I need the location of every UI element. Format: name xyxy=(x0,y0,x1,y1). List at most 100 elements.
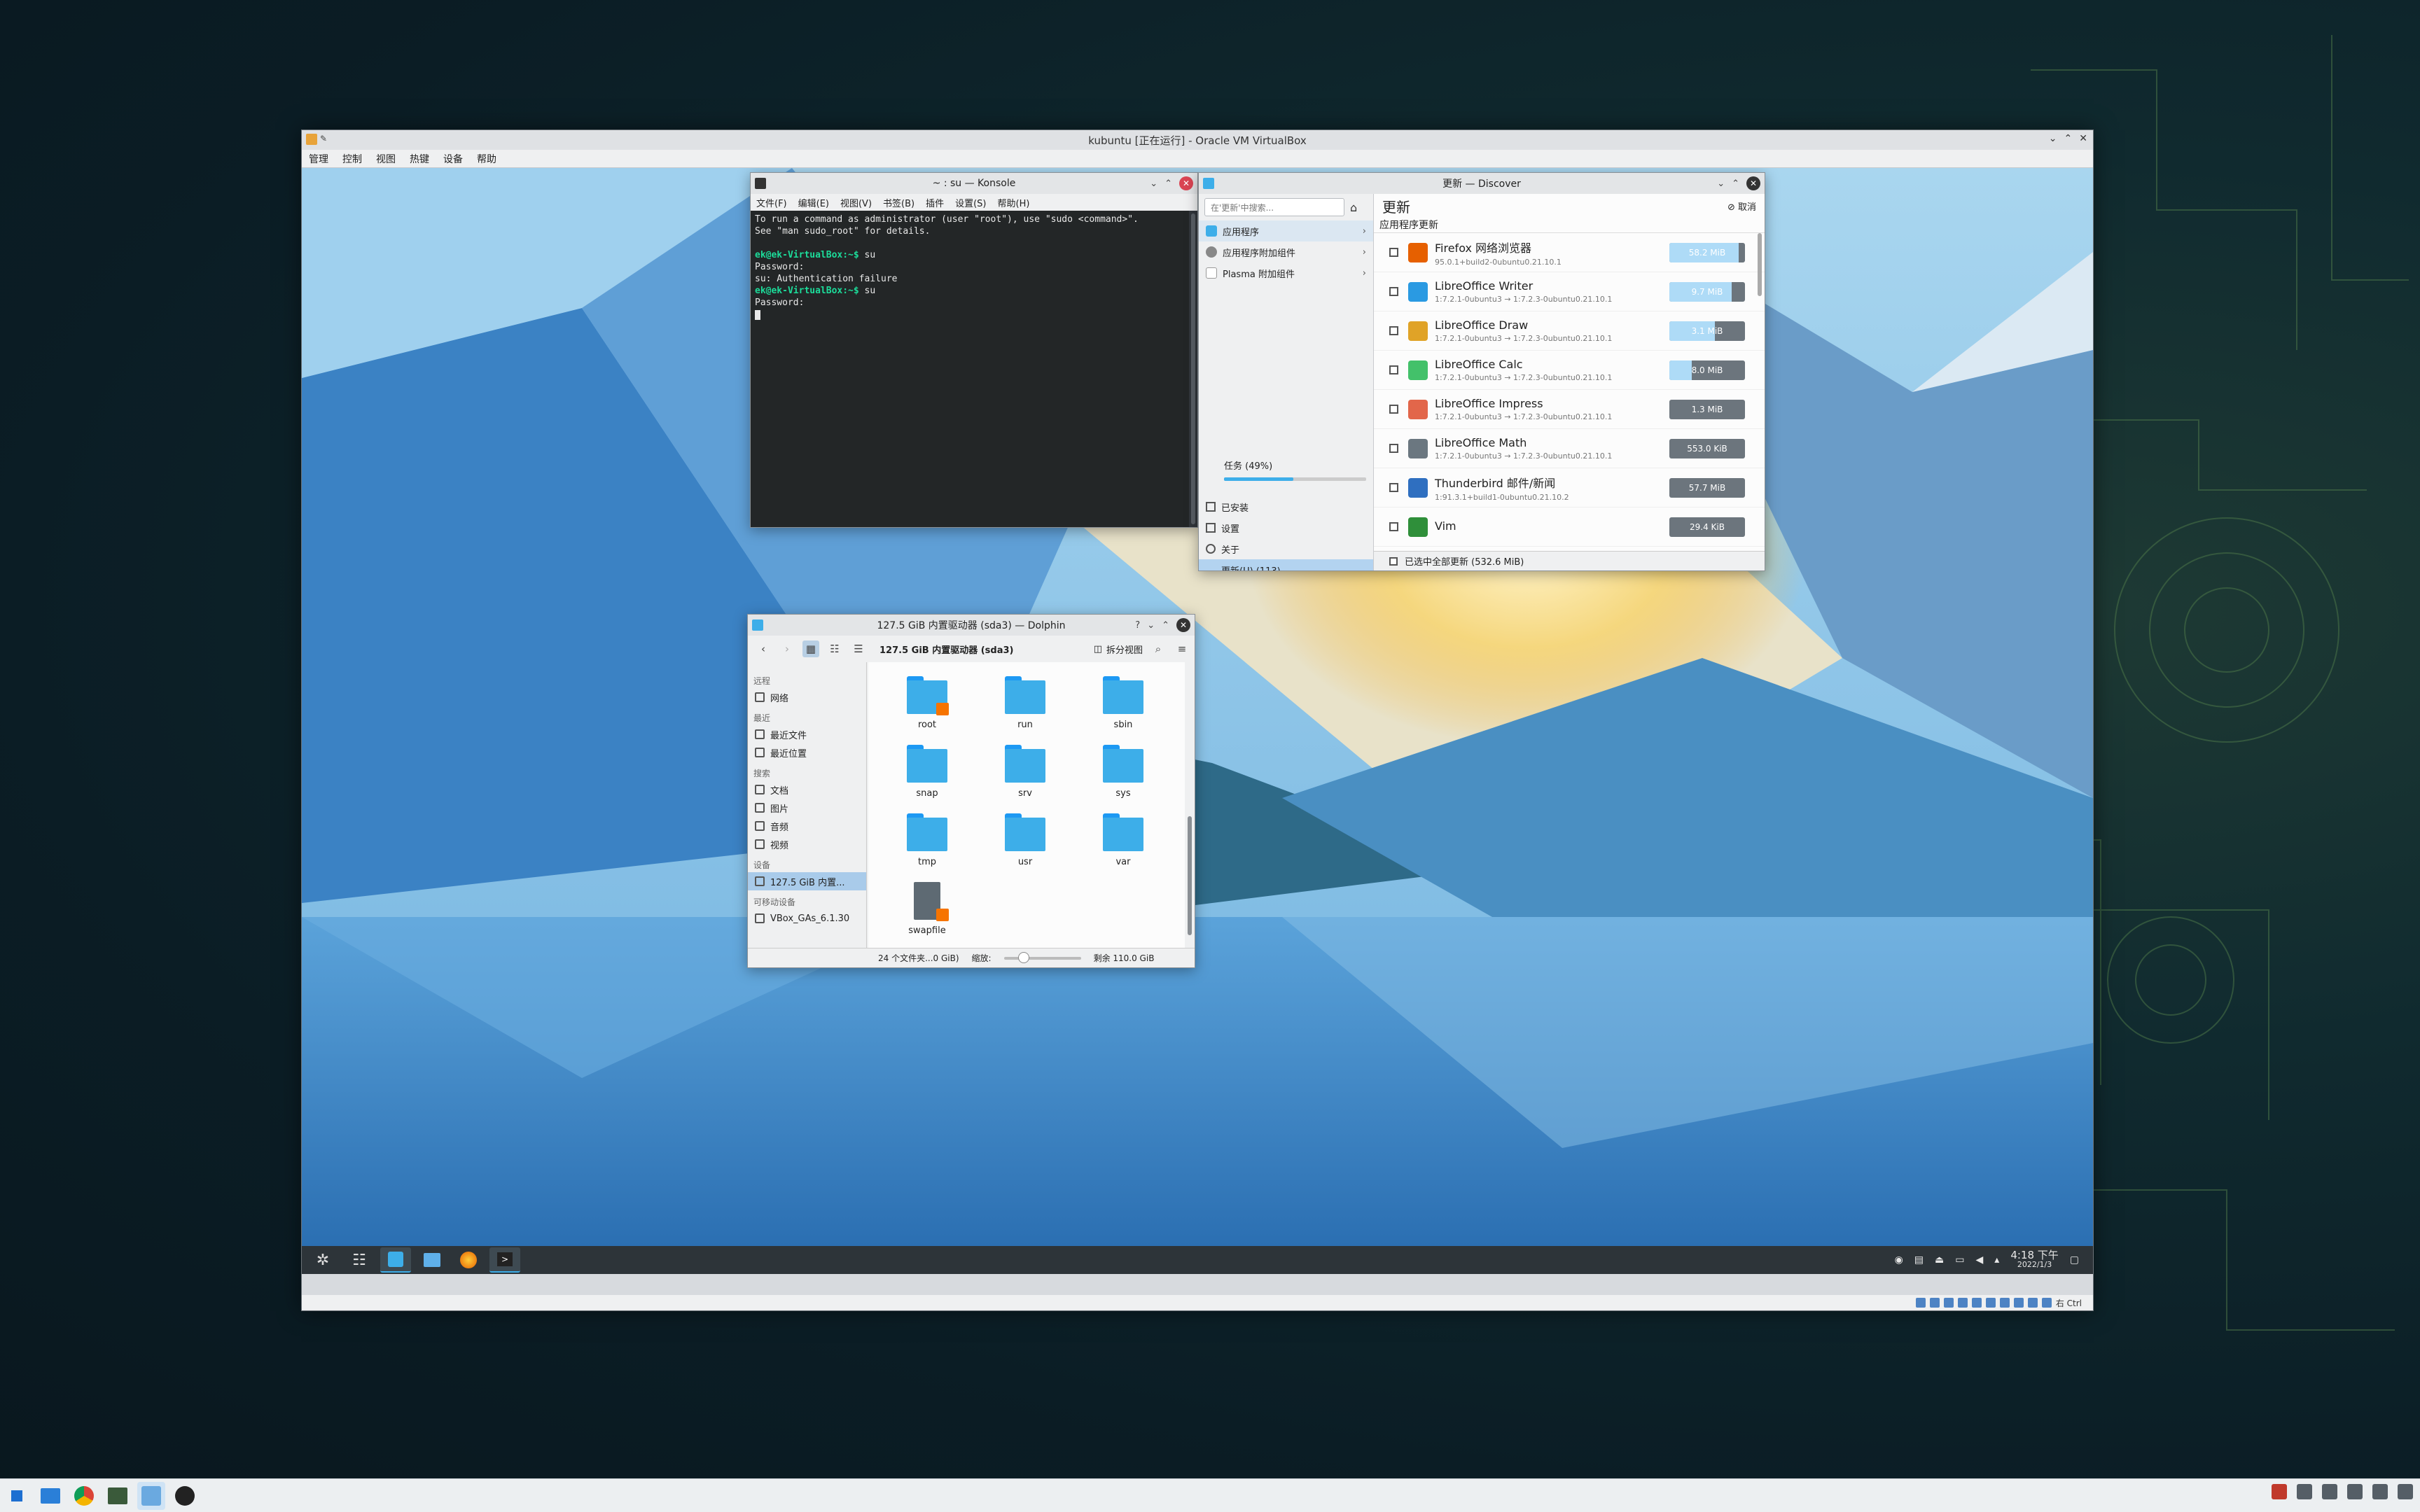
update-row[interactable]: LibreOffice Calc 1:7.2.1-0ubuntu3 → 1:7.2… xyxy=(1374,351,1765,390)
close-icon[interactable]: ✕ xyxy=(1176,618,1190,632)
file-item[interactable]: var xyxy=(1074,813,1172,878)
close-icon[interactable]: ✕ xyxy=(2079,133,2087,144)
vm-display[interactable]: ~ : su — Konsole ⌄ ⌃ ✕ 文件(F) 编辑(E) 视图(V) 书… xyxy=(302,168,2093,1274)
places-item[interactable]: 最近文件 xyxy=(748,725,866,743)
close-icon[interactable]: ✕ xyxy=(1746,176,1760,190)
discover-taskbar-icon[interactable] xyxy=(380,1247,411,1273)
update-row[interactable]: Thunderbird 邮件/新闻 1:91.3.1+build1-0ubuntu… xyxy=(1374,468,1765,507)
expand-tray-icon[interactable]: ▴ xyxy=(1994,1254,1999,1266)
clipboard-icon[interactable]: ▤ xyxy=(1914,1254,1924,1266)
update-checkbox[interactable] xyxy=(1389,365,1398,374)
usb-icon[interactable] xyxy=(1971,1298,1982,1308)
places-item[interactable]: 音频 xyxy=(748,817,866,835)
menu-devices[interactable]: 设备 xyxy=(443,152,463,166)
maximize-icon[interactable]: ⌃ xyxy=(1164,178,1172,189)
terminal-scrollbar[interactable] xyxy=(1189,211,1197,527)
places-item[interactable]: 文档 xyxy=(748,780,866,799)
file-item[interactable]: swapfile xyxy=(878,882,976,946)
menu-plugins[interactable]: 插件 xyxy=(926,196,944,209)
minimize-icon[interactable]: ⌄ xyxy=(1147,620,1155,631)
sidebar-item-installed[interactable]: 已安装 xyxy=(1199,496,1373,517)
update-row[interactable]: Firefox 网络浏览器 95.0.1+build2-0ubuntu0.21.1… xyxy=(1374,233,1765,272)
close-icon[interactable]: ✕ xyxy=(1179,176,1193,190)
file-item[interactable]: root xyxy=(878,676,976,741)
minimize-icon[interactable]: ⌄ xyxy=(1717,178,1725,189)
file-item[interactable]: sbin xyxy=(1074,676,1172,741)
minimize-icon[interactable]: ⌄ xyxy=(1150,178,1157,189)
network-icon[interactable]: ▭ xyxy=(1955,1254,1964,1266)
dolphin-titlebar[interactable]: 127.5 GiB 内置驱动器 (sda3) — Dolphin ? ⌄ ⌃ ✕ xyxy=(748,615,1195,636)
menu-bookmarks[interactable]: 书签(B) xyxy=(883,196,915,209)
optical-drive-icon[interactable] xyxy=(1929,1298,1940,1308)
minimize-icon[interactable]: ⌄ xyxy=(2049,133,2057,144)
mouse-integration-icon[interactable] xyxy=(2041,1298,2052,1308)
dolphin-taskbar-icon[interactable] xyxy=(417,1247,447,1273)
update-row[interactable]: Vim 29.4 KiB xyxy=(1374,507,1765,547)
tray-app-icon[interactable] xyxy=(2347,1484,2363,1499)
digital-clock[interactable]: 4:18 下午 2022/1/3 xyxy=(2010,1250,2058,1270)
maximize-icon[interactable]: ⌃ xyxy=(1732,178,1739,189)
file-view[interactable]: root run sbin snap srv sys tmp usr var swapfile xyxy=(868,662,1185,948)
update-checkbox[interactable] xyxy=(1389,248,1398,257)
update-checkbox[interactable] xyxy=(1389,326,1398,335)
cpu-icon[interactable] xyxy=(2027,1298,2038,1308)
places-item[interactable]: 127.5 GiB 内置... xyxy=(748,872,866,890)
menu-manage[interactable]: 管理 xyxy=(309,152,328,166)
firefox-taskbar-icon[interactable] xyxy=(453,1247,484,1273)
places-item[interactable]: 图片 xyxy=(748,799,866,817)
file-item[interactable]: sys xyxy=(1074,745,1172,809)
update-checkbox[interactable] xyxy=(1389,483,1398,492)
tray-app-icon[interactable] xyxy=(2372,1484,2388,1499)
sidebar-item-settings[interactable]: 设置 xyxy=(1199,517,1373,538)
sidebar-item-applications[interactable]: 应用程序 › xyxy=(1199,220,1373,241)
menu-hotkeys[interactable]: 热键 xyxy=(410,152,429,166)
zoom-slider[interactable] xyxy=(1003,951,1081,963)
update-row[interactable]: LibreOffice Draw 1:7.2.1-0ubuntu3 → 1:7.2… xyxy=(1374,312,1765,351)
konsole-taskbar-icon[interactable]: > xyxy=(489,1247,520,1273)
volume-icon[interactable]: ◀ xyxy=(1976,1254,1984,1266)
places-item[interactable]: 视频 xyxy=(748,835,866,853)
menu-control[interactable]: 控制 xyxy=(342,152,362,166)
update-checkbox[interactable] xyxy=(1389,405,1398,414)
pin-icon[interactable]: ✎ xyxy=(320,134,327,144)
split-view-button[interactable]: ◫ 拆分视图 xyxy=(1094,643,1143,656)
sidebar-item-app-addons[interactable]: 应用程序附加组件 › xyxy=(1199,241,1373,262)
recording-icon[interactable] xyxy=(2013,1298,2024,1308)
tray-app-icon[interactable] xyxy=(2297,1484,2312,1499)
places-item[interactable]: 网络 xyxy=(748,688,866,706)
update-row[interactable]: LibreOffice Impress 1:7.2.1-0ubuntu3 → 1:… xyxy=(1374,390,1765,429)
tray-app-icon[interactable] xyxy=(2398,1484,2413,1499)
details-view-icon[interactable]: ☰ xyxy=(850,640,867,657)
file-item[interactable]: snap xyxy=(878,745,976,809)
virtualbox-titlebar[interactable]: ✎ kubuntu [正在运行] - Oracle VM VirtualBox … xyxy=(302,130,2093,150)
show-desktop-icon[interactable]: ▢ xyxy=(2070,1254,2079,1266)
file-item[interactable]: run xyxy=(976,676,1074,741)
sidebar-item-about[interactable]: 关于 xyxy=(1199,538,1373,559)
tray-app-icon[interactable] xyxy=(2272,1484,2287,1499)
select-all-checkbox[interactable] xyxy=(1389,556,1398,566)
help-icon[interactable]: ? xyxy=(1135,620,1140,631)
maximize-icon[interactable]: ⌃ xyxy=(2064,133,2073,144)
updates-tray-icon[interactable]: ◉ xyxy=(1895,1254,1903,1266)
update-row[interactable]: LibreOffice Writer 1:7.2.1-0ubuntu3 → 1:7… xyxy=(1374,272,1765,312)
display-icon[interactable] xyxy=(1999,1298,2010,1308)
file-item[interactable]: tmp xyxy=(878,813,976,878)
update-checkbox[interactable] xyxy=(1389,444,1398,453)
file-item[interactable]: usr xyxy=(976,813,1074,878)
virtualbox-taskbar-icon[interactable] xyxy=(137,1481,165,1510)
hamburger-menu-icon[interactable]: ≡ xyxy=(1174,640,1190,657)
sidebar-item-plasma-addons[interactable]: Plasma 附加组件 › xyxy=(1199,262,1373,284)
menu-settings[interactable]: 设置(S) xyxy=(955,196,986,209)
forward-icon[interactable]: › xyxy=(779,640,795,657)
shared-folder-icon[interactable] xyxy=(1985,1298,1996,1308)
terminal-output[interactable]: To run a command as administrator (user … xyxy=(751,211,1189,527)
location-breadcrumb[interactable]: 127.5 GiB 内置驱动器 (sda3) xyxy=(879,643,1013,656)
hdd-icon[interactable] xyxy=(1915,1298,1926,1308)
menu-view[interactable]: 视图(V) xyxy=(840,196,872,209)
task-manager-icon[interactable]: ☷ xyxy=(344,1247,375,1273)
update-checkbox[interactable] xyxy=(1389,287,1398,296)
file-manager-icon[interactable] xyxy=(36,1482,64,1510)
menu-file[interactable]: 文件(F) xyxy=(756,196,787,209)
chrome-icon[interactable] xyxy=(70,1482,98,1510)
cancel-button[interactable]: ⊘ 取消 xyxy=(1727,200,1756,213)
